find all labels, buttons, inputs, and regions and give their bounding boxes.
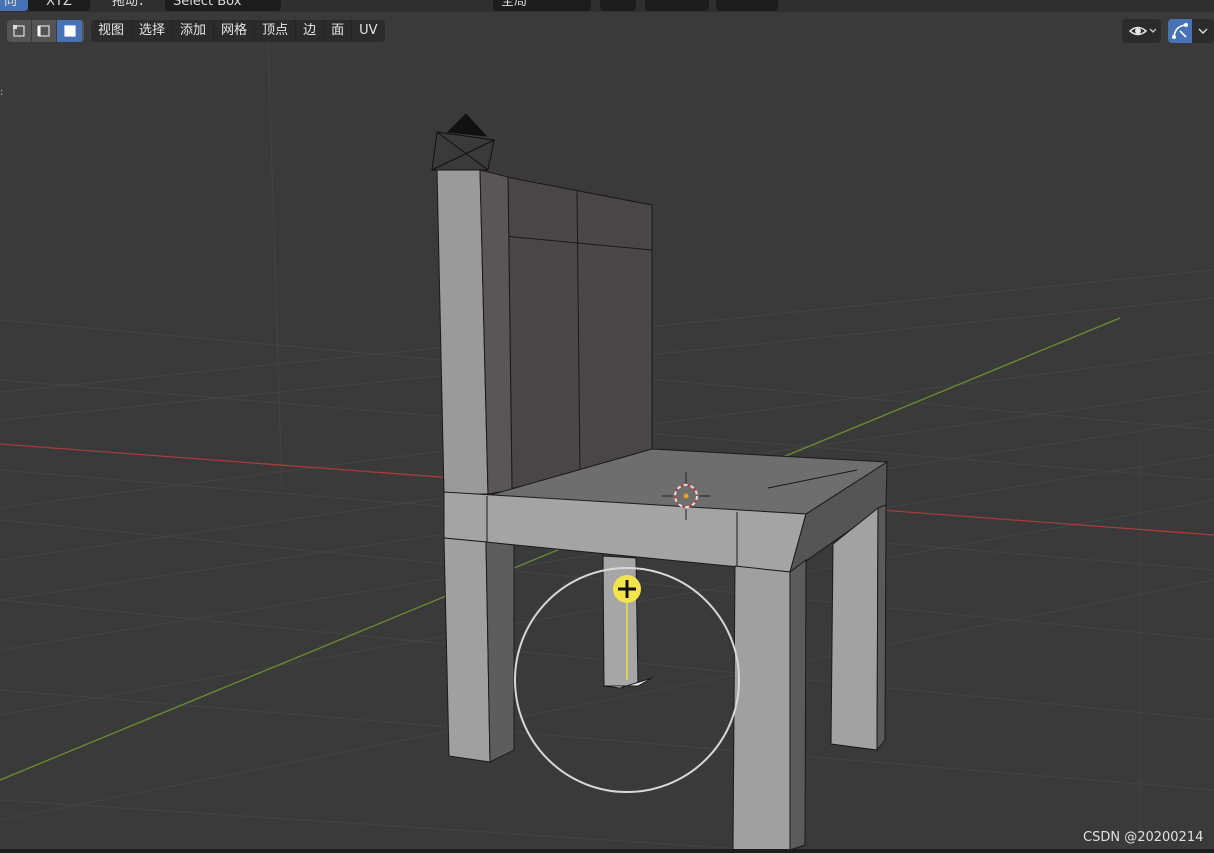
menu-view[interactable]: 视图 bbox=[91, 20, 133, 42]
vertex-select-icon bbox=[13, 25, 25, 37]
menu-edge[interactable]: 边 bbox=[296, 20, 325, 42]
mode-tab-label: 向 bbox=[4, 0, 18, 9]
edge-select-button[interactable] bbox=[32, 20, 57, 42]
status-bar-edge bbox=[0, 849, 1214, 853]
gizmo-dropdown[interactable] bbox=[1192, 19, 1214, 43]
menu-face[interactable]: 面 bbox=[324, 20, 353, 42]
orientation-dropdown[interactable]: 全局 bbox=[493, 0, 591, 11]
sidebar-collapse-marker[interactable]: : bbox=[0, 88, 3, 98]
chevron-down-icon bbox=[1198, 28, 1208, 34]
snap-dropdown[interactable] bbox=[645, 0, 709, 11]
menu-uv[interactable]: UV bbox=[352, 20, 384, 42]
drag-select-dropdown[interactable]: Select Box bbox=[165, 0, 281, 11]
tool-settings-bar: 向 XYZ 拖动： Select Box 全局 bbox=[0, 0, 1214, 12]
watermark: CSDN @20200214 bbox=[1083, 830, 1204, 845]
add-pivot-icon[interactable] bbox=[613, 575, 641, 603]
gizmo-toggle-button[interactable] bbox=[1168, 19, 1192, 43]
blender-window: 向 XYZ 拖动： Select Box 全局 视图 选择 添加 网格 顶点 边… bbox=[0, 0, 1214, 853]
proportional-edit-dropdown[interactable] bbox=[716, 0, 778, 11]
edge-select-icon bbox=[37, 25, 50, 37]
drag-label-text: 拖动： bbox=[112, 0, 152, 9]
viewport-canvas[interactable] bbox=[0, 0, 1214, 853]
pivot-dropdown[interactable] bbox=[600, 0, 636, 11]
drag-value: Select Box bbox=[173, 0, 242, 9]
drag-label: 拖动： bbox=[104, 0, 164, 11]
vertex-select-button[interactable] bbox=[7, 20, 32, 42]
3d-viewport[interactable] bbox=[0, 0, 1214, 853]
menu-mesh[interactable]: 网格 bbox=[214, 20, 256, 42]
visibility-dropdown[interactable] bbox=[1122, 19, 1161, 43]
menu-add[interactable]: 添加 bbox=[173, 20, 215, 42]
gizmo-icon bbox=[1172, 23, 1188, 39]
orientation-value: 全局 bbox=[501, 0, 528, 9]
menu-vertex[interactable]: 顶点 bbox=[255, 20, 297, 42]
mode-tab[interactable]: 向 bbox=[0, 0, 28, 11]
axis-label: XYZ bbox=[46, 0, 72, 9]
viewport-menu-bar: 视图 选择 添加 网格 顶点 边 面 UV bbox=[91, 20, 385, 42]
face-select-button[interactable] bbox=[57, 20, 82, 42]
axis-toggle[interactable]: XYZ bbox=[28, 0, 90, 11]
menu-select[interactable]: 选择 bbox=[132, 20, 174, 42]
eye-icon bbox=[1128, 26, 1156, 36]
face-select-icon bbox=[63, 25, 76, 37]
select-mode-group bbox=[7, 20, 84, 42]
